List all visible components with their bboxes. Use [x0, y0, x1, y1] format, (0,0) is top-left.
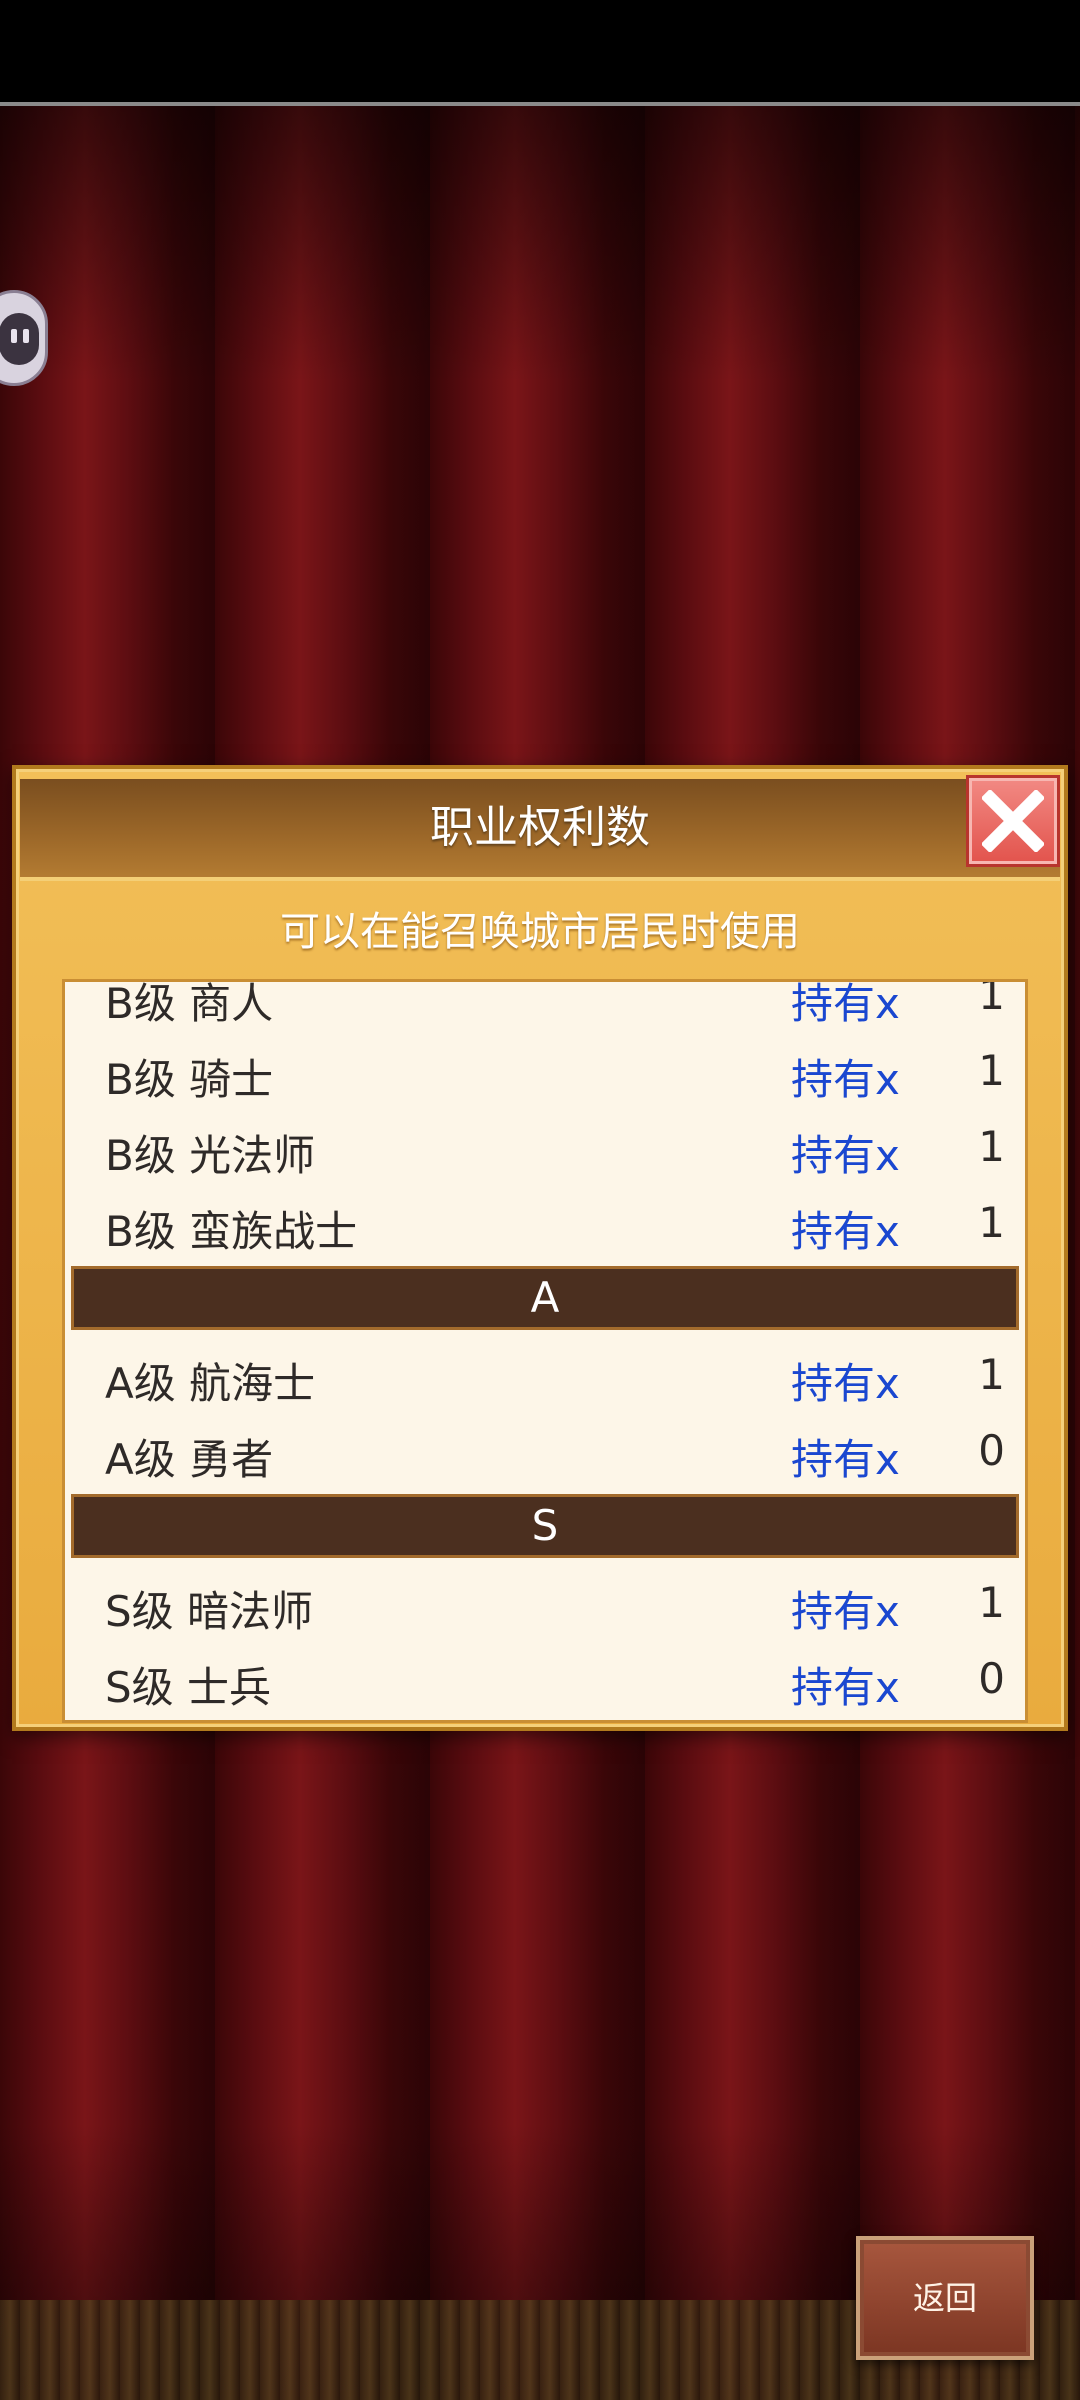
list-item: B级 骑士 持有x 1	[65, 1032, 1025, 1108]
job-name: S级 士兵	[105, 1663, 272, 1712]
owned-count: 1	[978, 1578, 1005, 1627]
dialog-subtitle: 可以在能召唤城市居民时使用	[280, 909, 800, 955]
list-item: A级 航海士 持有x 1	[65, 1336, 1025, 1412]
owned-label: 持有x	[791, 1055, 900, 1104]
job-list-panel[interactable]: B级 商人 持有x 1 B级 骑士 持有x 1 B级 光法师 持有x 1 B级 …	[62, 979, 1028, 1723]
job-name: A级 勇者	[105, 1435, 274, 1484]
chat-bubble-icon	[0, 313, 39, 365]
owned-count: 0	[978, 1426, 1005, 1475]
owned-count: 1	[978, 1198, 1005, 1247]
owned-label: 持有x	[791, 1587, 900, 1636]
owned-label: 持有x	[791, 1359, 900, 1408]
job-name: S级 暗法师	[105, 1587, 314, 1636]
floating-assistant-button[interactable]	[0, 290, 48, 386]
owned-count: 1	[978, 1350, 1005, 1399]
list-item: A级 勇者 持有x 0	[65, 1412, 1025, 1488]
list-item: B级 光法师 持有x 1	[65, 1108, 1025, 1184]
list-item: B级 蛮族战士 持有x 1	[65, 1184, 1025, 1260]
owned-label: 持有x	[791, 1207, 900, 1256]
list-item: S级 暗法师 持有x 1	[65, 1564, 1025, 1640]
section-header-a: A	[71, 1266, 1019, 1330]
job-name: B级 蛮族战士	[105, 1207, 358, 1256]
owned-label: 持有x	[791, 1131, 900, 1180]
job-list: B级 商人 持有x 1 B级 骑士 持有x 1 B级 光法师 持有x 1 B级 …	[65, 979, 1025, 1716]
owned-count: 1	[978, 1046, 1005, 1095]
job-name: A级 航海士	[105, 1359, 316, 1408]
owned-label: 持有x	[791, 979, 900, 1028]
owned-label: 持有x	[791, 1663, 900, 1712]
owned-count: 1	[978, 979, 1005, 1019]
owned-count: 0	[978, 1654, 1005, 1703]
close-button[interactable]	[966, 775, 1060, 867]
owned-count: 1	[978, 1122, 1005, 1171]
list-item: S级 士兵 持有x 0	[65, 1640, 1025, 1716]
status-bar	[0, 0, 1080, 106]
dialog-title: 职业权利数	[430, 802, 650, 853]
job-rights-dialog: 职业权利数 可以在能召唤城市居民时使用 B级 商人 持有x 1 B级 骑士 持有…	[12, 765, 1068, 1731]
dialog-header: 职业权利数	[20, 779, 1060, 881]
job-name: B级 商人	[105, 979, 274, 1028]
job-name: B级 骑士	[105, 1055, 274, 1104]
close-icon	[982, 790, 1044, 852]
back-button[interactable]: 返回	[856, 2236, 1034, 2360]
job-name: B级 光法师	[105, 1131, 316, 1180]
list-item: B级 商人 持有x 1	[65, 979, 1025, 1032]
owned-label: 持有x	[791, 1435, 900, 1484]
section-header-s: S	[71, 1494, 1019, 1558]
